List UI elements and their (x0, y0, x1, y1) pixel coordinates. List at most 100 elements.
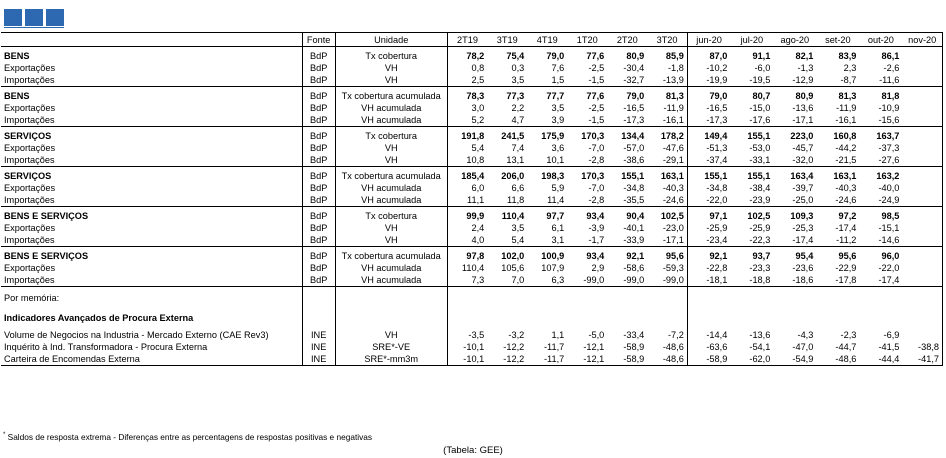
empty-cell (902, 366, 942, 372)
empty-cell (487, 366, 527, 372)
memo-title: Por memória: (4, 293, 60, 303)
table-source: (Tabela: GEE) (443, 445, 503, 456)
row-value: 97,2 (838, 211, 857, 221)
header-period: 1T20 (567, 32, 608, 47)
table-header-row: Fonte Unidade 2T19 3T19 4T19 1T20 2T20 3T20 jun-… (1, 32, 944, 47)
empty-cell (301, 312, 336, 324)
memo-title-row: Por memória: (1, 292, 944, 304)
row-value: 5,4 (446, 142, 488, 154)
row-label: Importações (1, 114, 303, 127)
header-period: set-20 (816, 32, 860, 47)
row-value: -10,2 (686, 62, 731, 74)
row-value: -22,0 (686, 194, 731, 207)
footnote-mark: * (3, 432, 6, 439)
row-value: 92,1 (686, 246, 731, 262)
row-value: 2,4 (446, 222, 488, 234)
row-value: 79,0 (626, 91, 645, 101)
table-row: Importações BdP VH 4,0 5,4 3,1 -1,7 -33,9 -17,1-… (1, 234, 944, 247)
row-value: -38,6 (607, 154, 648, 167)
row-value: -13,6 (749, 330, 771, 340)
table-row: BENS E SERVIÇOS BdP Tx cobertura 99,9 110,4 9… (1, 206, 944, 222)
row-value: -3,5 (446, 329, 488, 341)
row-source: BdP (301, 126, 336, 142)
row-value: -12,1 (567, 353, 608, 366)
row-value: -19,9 (686, 74, 731, 87)
row-unit: Tx cobertura (334, 206, 448, 222)
empty-cell (859, 304, 902, 312)
row-value: -2,5 (588, 103, 605, 113)
row-value: -38,4 (749, 183, 771, 193)
row-value (902, 194, 944, 207)
row-unit: SRE*-VE (334, 341, 448, 353)
row-value: -63,6 (686, 341, 731, 353)
row-value: 97,8 (446, 246, 488, 262)
row-value: 185,4 (446, 166, 488, 182)
table-row: SERVIÇOS BdP Tx cobertura 191,8 241,5 175,9 17… (1, 126, 944, 142)
table-row: Exportações BdP VH acumulada 6,0 6,6 5,9 -7,0 -… (1, 182, 944, 194)
row-source: BdP (301, 222, 336, 234)
table-row: Importações BdP VH acumulada 5,2 4,7 3,9 -1,5-… (1, 114, 944, 127)
row-value: -37,3 (878, 143, 900, 153)
empty-cell (687, 366, 730, 372)
row-value: -33,9 (607, 234, 648, 247)
empty-cell (447, 366, 487, 372)
row-value: -24,6 (816, 194, 860, 207)
table-row: Importações BdP VH acumulada 11,1 11,8 11,4 -2… (1, 194, 944, 207)
row-value: 87,0 (686, 46, 731, 62)
row-value: -15,0 (749, 103, 771, 113)
row-label: SERVIÇOS (4, 171, 52, 181)
row-value: 170,3 (581, 131, 605, 141)
empty-cell (527, 366, 567, 372)
row-value (902, 142, 944, 154)
row-value: -12,2 (487, 353, 528, 366)
row-value: -58,9 (623, 342, 645, 352)
empty-cell (567, 366, 607, 372)
row-unit: VH acumulada (334, 182, 448, 194)
row-value: -2,6 (883, 63, 900, 73)
row-value: -12,2 (503, 342, 525, 352)
row-value: -44,4 (859, 353, 903, 366)
empty-cell (859, 292, 902, 304)
row-value: 81,8 (881, 91, 900, 101)
row-value: 1,1 (551, 330, 565, 340)
header-unidade: Unidade (334, 32, 448, 47)
row-value (902, 234, 944, 247)
table-row: Exportações BdP VH 2,4 3,5 6,1 -3,9 -40,1 -23,0-… (1, 222, 944, 234)
row-value: 5,4 (487, 234, 528, 247)
row-value: 77,3 (506, 91, 525, 101)
row-value: -24,9 (859, 194, 903, 207)
row-label: Exportações (4, 143, 56, 153)
gee-logo (4, 9, 64, 26)
table-row: BENS BdP Tx cobertura 78,2 75,4 79,0 77,6 80,9 8… (1, 46, 944, 62)
row-source: BdP (301, 182, 336, 194)
row-value: 2,5 (446, 74, 488, 87)
row-label: Exportações (4, 223, 56, 233)
empty-cell (302, 366, 335, 372)
header-label-cell (1, 32, 303, 47)
row-value: 91,1 (752, 51, 771, 61)
row-value: -16,1 (647, 114, 688, 127)
row-value: 7,0 (487, 274, 528, 287)
memo-subtitle: Indicadores Avançados de Procura Externa (4, 313, 194, 323)
row-value: -54,1 (749, 342, 771, 352)
empty-cell (335, 366, 447, 372)
row-value: 4,7 (487, 114, 528, 127)
row-value: 170,3 (581, 171, 605, 181)
row-value: -14,4 (686, 329, 731, 341)
row-value: -48,6 (662, 342, 684, 352)
row-unit: VH (334, 74, 448, 87)
row-value: -11,7 (544, 342, 565, 352)
row-unit: Tx cobertura (334, 126, 448, 142)
row-value (902, 222, 944, 234)
table-row: Exportações BdP VH acumulada 110,4 105,6 107,… (1, 262, 944, 274)
row-value: 3,9 (527, 114, 568, 127)
row-value: -32,7 (607, 74, 648, 87)
table-row: Importações BdP VH acumulada 7,3 7,0 6,3 -99,0… (1, 274, 944, 287)
row-value: -38,8 (902, 341, 944, 353)
row-value: -44,7 (835, 342, 857, 352)
row-value: -3,9 (588, 223, 605, 233)
row-value: 102,0 (501, 251, 525, 261)
row-value: 79,0 (686, 86, 731, 102)
row-source: BdP (301, 246, 336, 262)
row-value: -2,8 (567, 154, 608, 167)
